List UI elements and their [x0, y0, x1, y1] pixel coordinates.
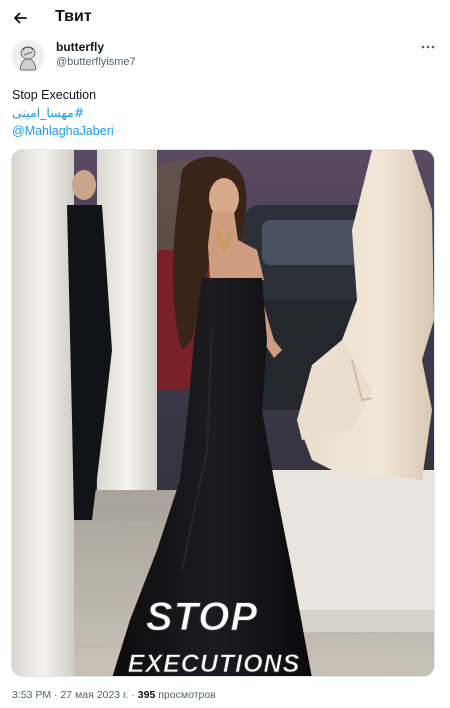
more-horizontal-icon	[421, 45, 435, 49]
page-title: Твит	[55, 8, 92, 25]
tweet-time[interactable]: 3:53 PM	[12, 689, 51, 701]
hashtag-link[interactable]: #مهسا_امینی	[12, 104, 84, 122]
mention-link[interactable]: @MahlaghaJaberi	[12, 122, 114, 140]
more-button[interactable]	[417, 38, 439, 56]
top-bar: Твит	[0, 0, 450, 36]
avatar-sketch-icon	[12, 40, 44, 72]
back-button[interactable]	[10, 8, 30, 28]
tweet-text: Stop Execution	[12, 88, 97, 102]
tweet-date[interactable]: 27 мая 2023 г.	[60, 689, 128, 701]
arrow-left-icon	[14, 12, 27, 24]
author-handle[interactable]: @butterflyisme7	[56, 56, 136, 68]
views-count[interactable]: 395	[138, 689, 156, 701]
tweet-photo[interactable]: STOP EXECUTIONS	[11, 149, 435, 677]
avatar[interactable]	[12, 40, 44, 72]
tweet-meta: 3:53 PM · 27 мая 2023 г. · 395 просмотро…	[12, 689, 216, 701]
meta-separator: ·	[54, 689, 58, 701]
meta-separator-2: ·	[131, 689, 135, 701]
media-overlay-executions: EXECUTIONS	[128, 650, 301, 677]
views-label: просмотров	[158, 689, 216, 701]
media-overlay-stop: STOP	[146, 595, 258, 639]
author-name[interactable]: butterfly	[56, 40, 104, 54]
